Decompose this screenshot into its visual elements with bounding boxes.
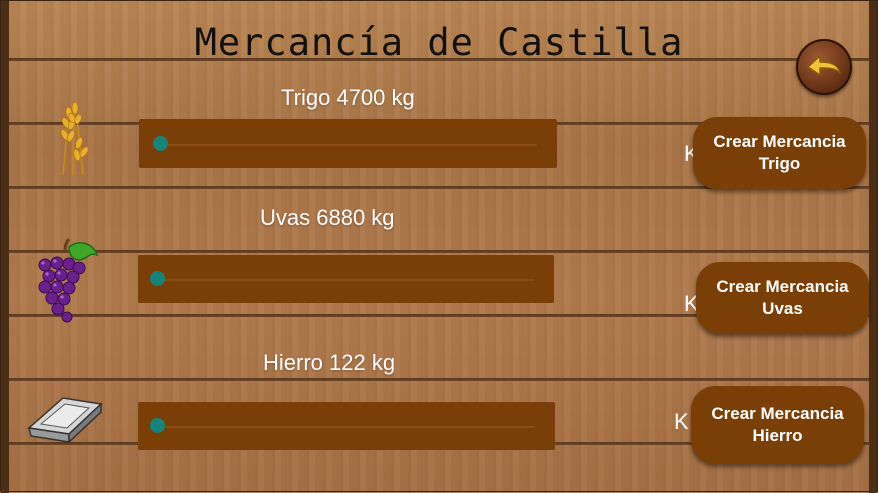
uvas-slider[interactable] [138,255,554,303]
trigo-slider[interactable] [139,119,557,168]
back-arrow-icon [807,55,841,76]
frame-edge-right [869,1,877,493]
grapes-icon [35,237,101,330]
slider-thumb[interactable] [153,135,168,151]
wheat-icon [49,97,97,182]
slider-track [156,426,535,428]
back-button[interactable] [796,39,852,95]
uvas-label: Uvas 6880 kg [260,205,395,230]
slider-thumb[interactable] [150,271,165,286]
hierro-k-text: K [674,409,689,434]
trigo-label: Trigo 4700 kg [281,85,415,110]
hierro-label: Hierro 122 kg [263,350,396,375]
crear-mercancia-trigo-button[interactable]: Crear Mercancia Trigo [693,117,866,189]
hierro-slider[interactable] [138,402,555,450]
crear-mercancia-uvas-button[interactable]: Crear Mercancia Uvas [696,262,869,334]
slider-thumb[interactable] [150,418,165,433]
frame-edge-left [1,1,9,493]
page-title: Mercancía de Castilla [194,21,684,64]
iron-ingot-icon [27,396,103,449]
slider-track [156,279,534,281]
slider-track [157,143,537,146]
crear-mercancia-hierro-button[interactable]: Crear Mercancia Hierro [691,386,864,464]
